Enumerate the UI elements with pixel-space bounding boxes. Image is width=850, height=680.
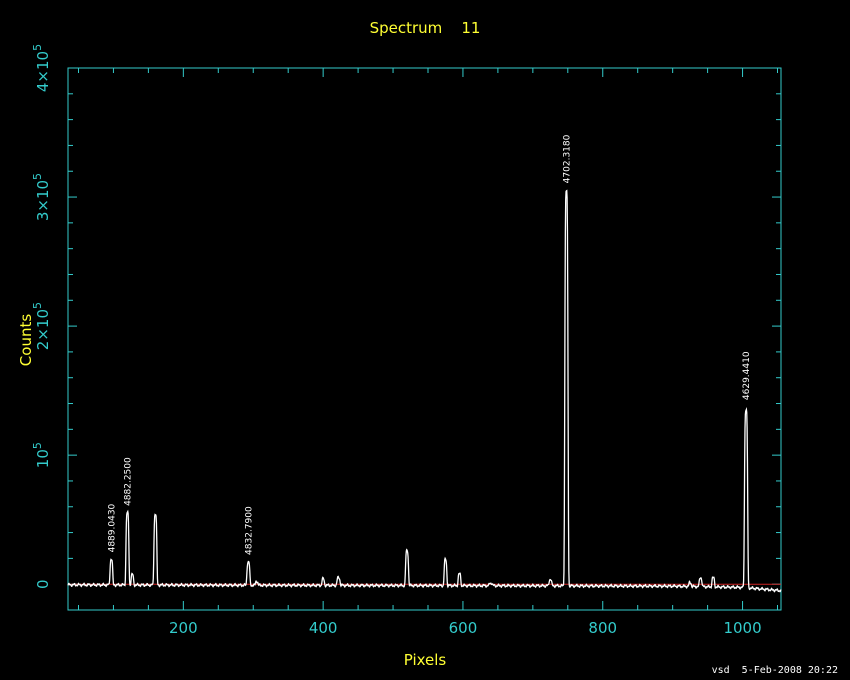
peak-annotation: 4832.7900 bbox=[244, 506, 254, 555]
y-tick-label: 105 bbox=[31, 442, 52, 468]
x-tick-label: 200 bbox=[169, 619, 198, 637]
y-tick-label: 0 bbox=[34, 579, 52, 589]
peak-annotation: 4629.4410 bbox=[742, 351, 752, 400]
plot-frame bbox=[67, 67, 782, 611]
y-axis-label: Counts bbox=[17, 313, 35, 367]
peak-annotation: 4882.2500 bbox=[123, 457, 133, 506]
spectrum-line bbox=[67, 189, 782, 593]
y-tick-label: 3×105 bbox=[31, 173, 52, 221]
peak-annotation: 4702.3180 bbox=[562, 134, 572, 183]
x-tick-label: 600 bbox=[449, 619, 478, 637]
x-tick-label: 400 bbox=[309, 619, 338, 637]
y-tick-label: 4×105 bbox=[31, 44, 52, 92]
spectrum-chart: 200 400 600 800 100001052×1053×1054×1054889.… bbox=[31, 44, 782, 637]
peak-annotation: 4889.0430 bbox=[107, 503, 117, 552]
x-tick-label: 1000 bbox=[723, 619, 761, 637]
x-tick-label: 800 bbox=[588, 619, 617, 637]
timestamp-footer: vsd 5-Feb-2008 20:22 bbox=[711, 665, 838, 676]
